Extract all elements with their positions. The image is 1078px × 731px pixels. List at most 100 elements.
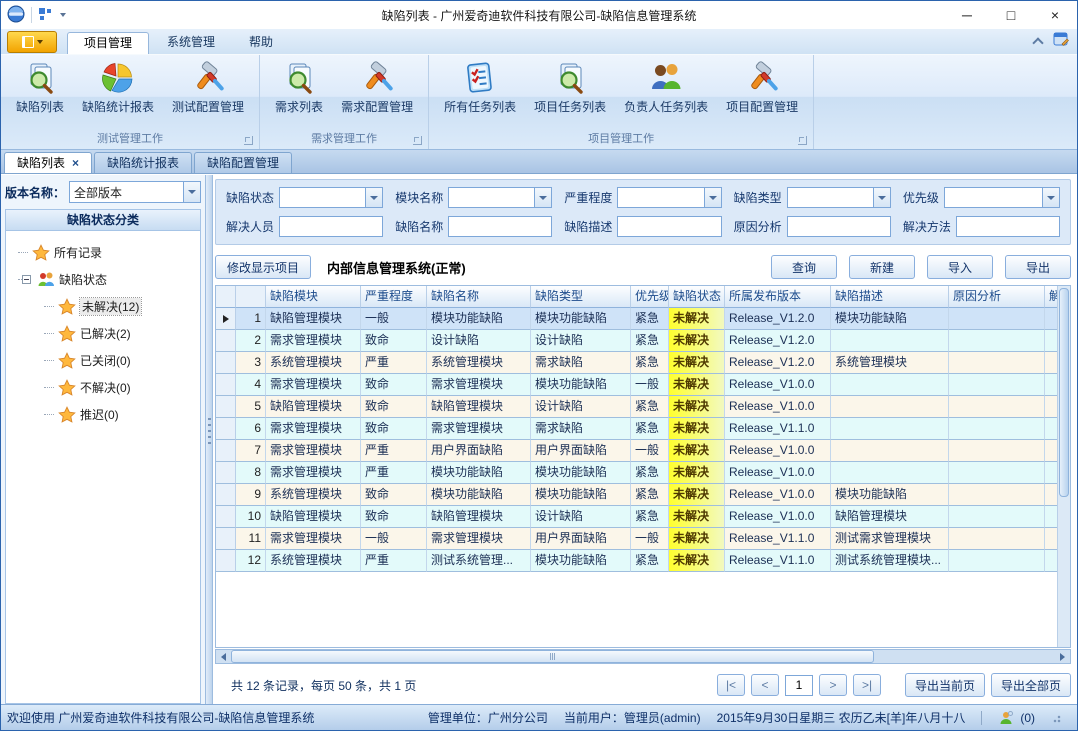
filter-dropdown-优先级[interactable] [944, 187, 1060, 208]
table-row[interactable]: 7需求管理模块严重用户界面缺陷用户界面缺陷一般未解决Release_V1.0.0 [216, 440, 1057, 462]
scroll-right-icon[interactable] [1055, 650, 1070, 663]
column-header-优先级[interactable]: 优先级 [631, 286, 669, 308]
export-all-pages-button[interactable]: 导出全部页 [991, 673, 1071, 697]
chevron-down-icon[interactable] [534, 188, 551, 207]
close-button[interactable]: × [1033, 2, 1077, 29]
table-row[interactable]: 2需求管理模块致命设计缺陷设计缺陷紧急未解决Release_V1.2.0 [216, 330, 1057, 352]
chevron-down-icon[interactable] [183, 182, 200, 202]
filter-text[interactable] [957, 217, 1059, 236]
ribbon-button-所有任务列表[interactable]: 所有任务列表 [435, 58, 525, 131]
column-header-所属发布版本[interactable]: 所属发布版本 [725, 286, 831, 308]
modify-display-button[interactable]: 修改显示项目 [215, 255, 311, 279]
doc-tab-缺陷配置管理[interactable]: 缺陷配置管理 [194, 152, 292, 173]
table-row[interactable]: 6需求管理模块致命需求管理模块需求缺陷紧急未解决Release_V1.1.0 [216, 418, 1057, 440]
table-row[interactable]: 1缺陷管理模块一般模块功能缺陷模块功能缺陷紧急未解决Release_V1.2.0… [216, 308, 1057, 330]
column-header-缺陷类型[interactable]: 缺陷类型 [531, 286, 631, 308]
column-header-缺陷描述[interactable]: 缺陷描述 [831, 286, 949, 308]
export-current-page-button[interactable]: 导出当前页 [905, 673, 985, 697]
column-header-缺陷状态[interactable]: 缺陷状态 [669, 286, 725, 308]
filter-text[interactable] [618, 217, 720, 236]
quick-access-icon[interactable] [38, 7, 52, 24]
next-page-button[interactable]: > [819, 674, 847, 696]
filter-text[interactable] [788, 188, 873, 207]
filter-text[interactable] [945, 188, 1042, 207]
collapse-ribbon-icon[interactable] [1033, 38, 1043, 44]
query-button[interactable]: 查询 [771, 255, 837, 279]
vertical-scrollbar-thumb[interactable] [1059, 288, 1069, 497]
table-row[interactable]: 4需求管理模块致命需求管理模块模块功能缺陷一般未解决Release_V1.0.0 [216, 374, 1057, 396]
tree-item-推迟(0)[interactable]: 推迟(0) [6, 401, 200, 428]
column-header-缺陷模块[interactable]: 缺陷模块 [266, 286, 361, 308]
prev-page-button[interactable]: < [751, 674, 779, 696]
table-row[interactable]: 5缺陷管理模块致命缺陷管理模块设计缺陷紧急未解决Release_V1.0.0 [216, 396, 1057, 418]
filter-text[interactable] [280, 188, 365, 207]
table-row[interactable]: 3系统管理模块严重系统管理模块需求缺陷紧急未解决Release_V1.2.0系统… [216, 352, 1057, 374]
first-page-button[interactable]: |< [717, 674, 745, 696]
ribbon-button-负责人任务列表[interactable]: 负责人任务列表 [615, 58, 717, 131]
filter-text[interactable] [449, 188, 534, 207]
chevron-down-icon[interactable] [365, 188, 382, 207]
filter-input-缺陷名称[interactable] [448, 216, 552, 237]
maximize-button[interactable]: □ [989, 2, 1033, 29]
filter-input-解决方法[interactable] [956, 216, 1060, 237]
ribbon-button-项目任务列表[interactable]: 项目任务列表 [525, 58, 615, 131]
ribbon-button-测试配置管理[interactable]: 测试配置管理 [163, 58, 253, 131]
dialog-launcher-icon[interactable] [413, 136, 422, 145]
export-button[interactable]: 导出 [1005, 255, 1071, 279]
chevron-down-icon[interactable] [704, 188, 721, 207]
table-row[interactable]: 10缺陷管理模块致命缺陷管理模块设计缺陷紧急未解决Release_V1.0.0缺… [216, 506, 1057, 528]
sidebar-splitter[interactable] [205, 175, 213, 704]
ribbon-button-项目配置管理[interactable]: 项目配置管理 [717, 58, 807, 131]
vertical-scrollbar[interactable] [1057, 286, 1070, 647]
table-row[interactable]: 8需求管理模块严重模块功能缺陷模块功能缺陷紧急未解决Release_V1.0.0 [216, 462, 1057, 484]
last-page-button[interactable]: >| [853, 674, 881, 696]
import-button[interactable]: 导入 [927, 255, 993, 279]
column-header-严重程度[interactable]: 严重程度 [361, 286, 427, 308]
version-select[interactable]: 全部版本 [69, 181, 201, 203]
tree-item-未解决(12)[interactable]: 未解决(12) [6, 293, 200, 320]
dialog-launcher-icon[interactable] [244, 136, 253, 145]
table-row[interactable]: 12系统管理模块严重测试系统管理...模块功能缺陷紧急未解决Release_V1… [216, 550, 1057, 572]
filter-dropdown-模块名称[interactable] [448, 187, 552, 208]
tree-item-所有记录[interactable]: 所有记录 [6, 239, 200, 266]
column-header-缺陷名称[interactable]: 缺陷名称 [427, 286, 531, 308]
column-header-原因分析[interactable]: 原因分析 [949, 286, 1045, 308]
table-row[interactable]: 9系统管理模块致命模块功能缺陷模块功能缺陷紧急未解决Release_V1.0.0… [216, 484, 1057, 506]
ribbon-tab-项目管理[interactable]: 项目管理 [67, 32, 149, 54]
ribbon-tab-帮助[interactable]: 帮助 [233, 32, 289, 54]
tree-item-已关闭(0)[interactable]: 已关闭(0) [6, 347, 200, 374]
filter-dropdown-缺陷状态[interactable] [279, 187, 383, 208]
tree-item-不解决(0)[interactable]: 不解决(0) [6, 374, 200, 401]
quick-access-caret-icon[interactable] [60, 13, 66, 17]
collapse-node-icon[interactable] [22, 275, 31, 284]
minimize-button[interactable]: ─ [945, 2, 989, 29]
ribbon-button-缺陷统计报表[interactable]: 缺陷统计报表 [73, 58, 163, 131]
close-tab-icon[interactable]: × [72, 157, 79, 169]
doc-tab-缺陷统计报表[interactable]: 缺陷统计报表 [94, 152, 192, 173]
tree-item-缺陷状态[interactable]: 缺陷状态 [6, 266, 200, 293]
scroll-left-icon[interactable] [216, 650, 231, 663]
chevron-down-icon[interactable] [873, 188, 890, 207]
filter-input-缺陷描述[interactable] [617, 216, 721, 237]
filter-dropdown-严重程度[interactable] [617, 187, 721, 208]
resize-grip-icon[interactable] [1051, 713, 1061, 723]
filter-text[interactable] [449, 217, 551, 236]
app-menu-button[interactable] [7, 31, 57, 53]
filter-input-原因分析[interactable] [787, 216, 891, 237]
new-button[interactable]: 新建 [849, 255, 915, 279]
tree-item-已解决(2)[interactable]: 已解决(2) [6, 320, 200, 347]
doc-tab-缺陷列表[interactable]: 缺陷列表× [4, 152, 92, 173]
filter-text[interactable] [788, 217, 890, 236]
ribbon-button-需求配置管理[interactable]: 需求配置管理 [332, 58, 422, 131]
dialog-launcher-icon[interactable] [798, 136, 807, 145]
skin-icon[interactable] [1053, 31, 1069, 50]
filter-dropdown-缺陷类型[interactable] [787, 187, 891, 208]
ribbon-button-需求列表[interactable]: 需求列表 [266, 58, 332, 131]
filter-input-解决人员[interactable] [279, 216, 383, 237]
page-input[interactable] [785, 675, 813, 696]
horizontal-scrollbar[interactable] [215, 649, 1071, 664]
chevron-down-icon[interactable] [1042, 188, 1059, 207]
ribbon-button-缺陷列表[interactable]: 缺陷列表 [7, 58, 73, 131]
table-row[interactable]: 11需求管理模块一般需求管理模块用户界面缺陷一般未解决Release_V1.1.… [216, 528, 1057, 550]
ribbon-tab-系统管理[interactable]: 系统管理 [151, 32, 231, 54]
